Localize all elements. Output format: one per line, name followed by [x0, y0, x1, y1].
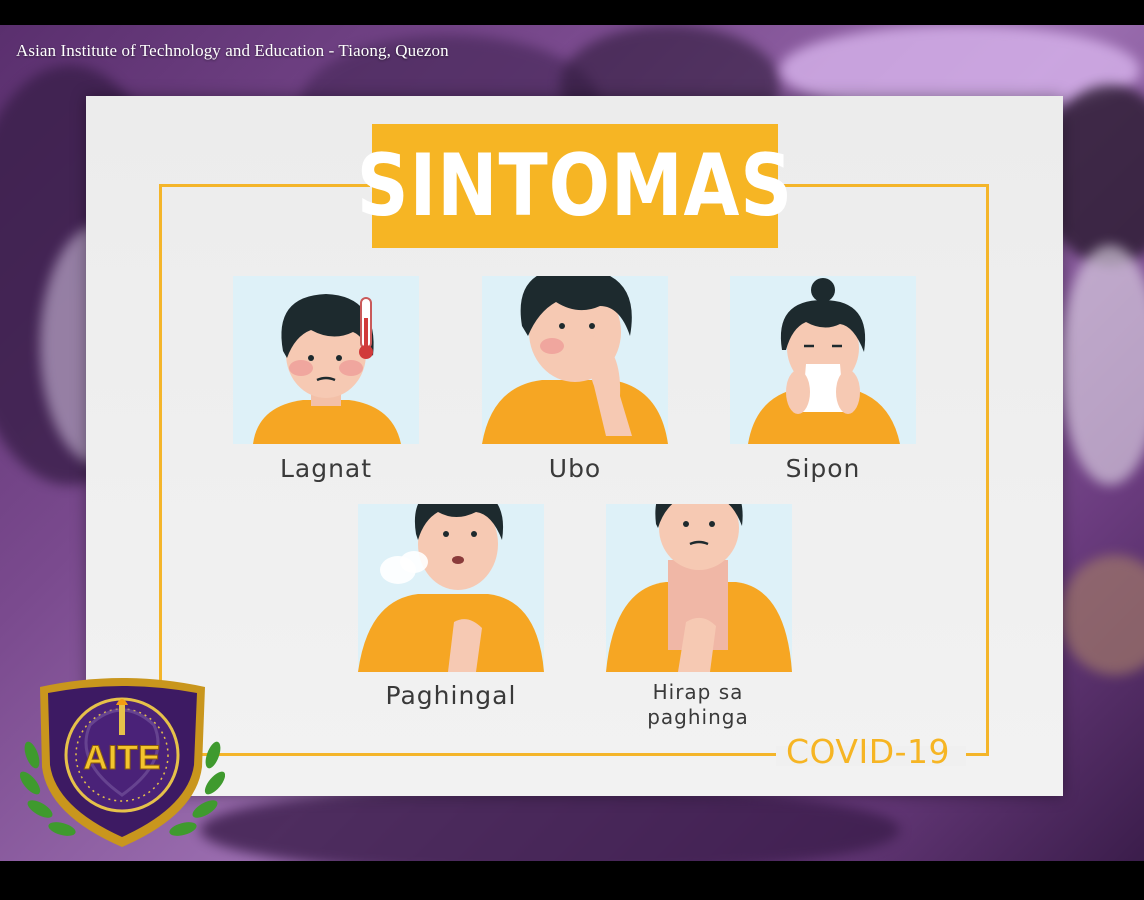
shortness-of-breath-card	[358, 504, 544, 672]
difficulty-breathing-icon	[606, 504, 792, 672]
difficulty-breathing-card	[606, 504, 792, 672]
cough-card	[482, 276, 668, 444]
difficulty-breathing-label: Hirap sa paghinga	[647, 680, 749, 729]
institution-title: Asian Institute of Technology and Educat…	[16, 41, 449, 60]
fever-card	[233, 276, 419, 444]
logo-text: AITE	[83, 739, 160, 777]
cough-label: Ubo	[548, 454, 602, 483]
poster-heading: SINTOMAS	[357, 124, 792, 248]
runny-nose-icon	[748, 278, 900, 444]
fever-label: Lagnat	[279, 454, 373, 483]
covid-label: COVID-19	[786, 732, 951, 771]
shortness-of-breath-label: Paghingal	[385, 681, 517, 710]
symptoms-poster: SINTOMAS COVID-19 Lagnat Ubo Sipon Paghi…	[86, 96, 1063, 796]
aite-logo: AITE	[20, 678, 225, 847]
fever-thermometer-icon	[253, 294, 401, 444]
cough-icon	[482, 276, 668, 444]
runny-nose-card	[730, 276, 916, 444]
runny-nose-label: Sipon	[785, 454, 861, 483]
shortness-of-breath-icon	[358, 504, 544, 672]
